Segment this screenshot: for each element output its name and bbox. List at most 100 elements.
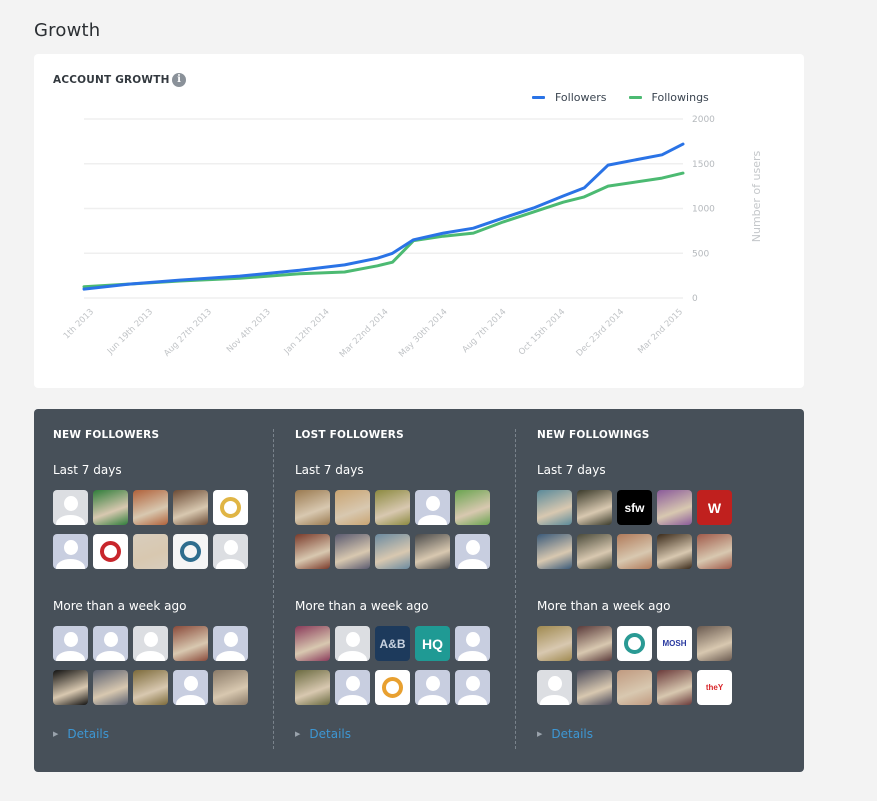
person-silhouette-icon bbox=[465, 676, 480, 691]
avatar[interactable] bbox=[173, 534, 208, 569]
avatar[interactable] bbox=[133, 534, 168, 569]
older-label: More than a week ago bbox=[295, 599, 429, 613]
avatar[interactable] bbox=[295, 534, 330, 569]
avatar[interactable]: HQ bbox=[415, 626, 450, 661]
avatar[interactable]: A&B bbox=[375, 626, 410, 661]
expand-triangle-icon: ▶ bbox=[537, 730, 543, 738]
person-silhouette-body bbox=[56, 651, 85, 661]
logo-text: W bbox=[707, 499, 722, 516]
avatar[interactable]: sfw bbox=[617, 490, 652, 525]
x-tick-label: Mar 22nd 2014 bbox=[338, 307, 391, 360]
person-silhouette-icon bbox=[63, 632, 78, 647]
avatar[interactable] bbox=[537, 534, 572, 569]
avatar[interactable] bbox=[335, 534, 370, 569]
avatar-placeholder[interactable] bbox=[53, 534, 88, 569]
y-tick-label: 2000 bbox=[692, 115, 715, 125]
column-title: NEW FOLLOWERS bbox=[53, 429, 160, 441]
avatar[interactable]: W bbox=[697, 490, 732, 525]
avatar[interactable] bbox=[697, 626, 732, 661]
logo-text: theY bbox=[705, 683, 724, 692]
person-silhouette-icon bbox=[345, 676, 360, 691]
column-title: NEW FOLLOWINGS bbox=[537, 429, 650, 441]
avatar[interactable] bbox=[53, 670, 88, 705]
avatar-placeholder[interactable] bbox=[173, 670, 208, 705]
avatar-placeholder[interactable] bbox=[455, 534, 490, 569]
avatar[interactable] bbox=[173, 490, 208, 525]
person-silhouette-body bbox=[418, 515, 447, 525]
avatar[interactable] bbox=[617, 626, 652, 661]
y-tick-label: 500 bbox=[692, 249, 709, 259]
avatar[interactable] bbox=[577, 534, 612, 569]
avatar-placeholder[interactable] bbox=[213, 534, 248, 569]
avatar[interactable] bbox=[375, 670, 410, 705]
avatar-placeholder[interactable] bbox=[335, 626, 370, 661]
person-silhouette-body bbox=[176, 695, 205, 705]
avatar-placeholder[interactable] bbox=[53, 626, 88, 661]
avatar-placeholder[interactable] bbox=[537, 670, 572, 705]
avatar[interactable] bbox=[295, 670, 330, 705]
x-tick-label: Nov 4th 2013 bbox=[225, 307, 273, 355]
avatar-placeholder[interactable] bbox=[415, 670, 450, 705]
details-link[interactable]: ▶ Details bbox=[295, 727, 351, 741]
x-tick-label: Jun 19th 2013 bbox=[105, 307, 155, 357]
avatar[interactable] bbox=[213, 670, 248, 705]
person-silhouette-body bbox=[418, 695, 447, 705]
avatar[interactable] bbox=[133, 490, 168, 525]
person-silhouette-icon bbox=[63, 496, 78, 511]
avatar[interactable] bbox=[657, 670, 692, 705]
column-title: LOST FOLLOWERS bbox=[295, 429, 404, 441]
recent-avatar-grid: sfw W bbox=[537, 490, 732, 569]
avatar[interactable] bbox=[93, 534, 128, 569]
avatar[interactable] bbox=[697, 534, 732, 569]
avatar[interactable]: MOSH bbox=[657, 626, 692, 661]
person-silhouette-body bbox=[458, 559, 487, 569]
expand-triangle-icon: ▶ bbox=[53, 730, 59, 738]
avatar[interactable] bbox=[173, 626, 208, 661]
avatar[interactable] bbox=[93, 490, 128, 525]
avatar[interactable] bbox=[375, 534, 410, 569]
x-tick-label: Aug 7th 2014 bbox=[461, 307, 509, 355]
avatar[interactable] bbox=[537, 626, 572, 661]
avatar[interactable] bbox=[577, 626, 612, 661]
avatar-placeholder[interactable] bbox=[335, 670, 370, 705]
avatar[interactable] bbox=[133, 670, 168, 705]
avatar[interactable] bbox=[295, 490, 330, 525]
avatar-placeholder[interactable] bbox=[455, 670, 490, 705]
avatar-placeholder[interactable] bbox=[213, 626, 248, 661]
details-link[interactable]: ▶ Details bbox=[537, 727, 593, 741]
avatar[interactable] bbox=[295, 626, 330, 661]
person-silhouette-body bbox=[56, 515, 85, 525]
logo-text: sfw bbox=[624, 500, 645, 515]
x-tick-label: Oct 15th 2014 bbox=[517, 307, 567, 357]
person-silhouette-icon bbox=[63, 540, 78, 555]
avatar-placeholder[interactable] bbox=[455, 626, 490, 661]
avatar[interactable] bbox=[577, 490, 612, 525]
details-label: Details bbox=[551, 727, 593, 741]
avatar-placeholder[interactable] bbox=[415, 490, 450, 525]
avatar[interactable] bbox=[335, 490, 370, 525]
avatar[interactable] bbox=[93, 670, 128, 705]
avatar[interactable] bbox=[617, 534, 652, 569]
series-line-followers bbox=[82, 142, 685, 291]
avatar-placeholder[interactable] bbox=[133, 626, 168, 661]
older-avatar-grid: MOSH theY bbox=[537, 626, 732, 705]
avatar[interactable] bbox=[537, 490, 572, 525]
y-tick-label: 1000 bbox=[692, 205, 715, 215]
person-silhouette-body bbox=[338, 695, 367, 705]
details-link[interactable]: ▶ Details bbox=[53, 727, 109, 741]
avatar[interactable] bbox=[213, 490, 248, 525]
avatar[interactable] bbox=[617, 670, 652, 705]
person-silhouette-icon bbox=[465, 540, 480, 555]
avatar[interactable] bbox=[577, 670, 612, 705]
avatar[interactable] bbox=[415, 534, 450, 569]
avatar[interactable] bbox=[375, 490, 410, 525]
avatar-placeholder[interactable] bbox=[93, 626, 128, 661]
avatar[interactable]: theY bbox=[697, 670, 732, 705]
person-silhouette-body bbox=[56, 559, 85, 569]
avatar-placeholder[interactable] bbox=[53, 490, 88, 525]
avatar[interactable] bbox=[657, 490, 692, 525]
avatar[interactable] bbox=[657, 534, 692, 569]
column-new-followers: NEW FOLLOWERS Last 7 days More than a week… bbox=[34, 409, 276, 772]
avatar[interactable] bbox=[455, 490, 490, 525]
column-lost-followers: LOST FOLLOWERS Last 7 days More than a wee… bbox=[276, 409, 518, 772]
